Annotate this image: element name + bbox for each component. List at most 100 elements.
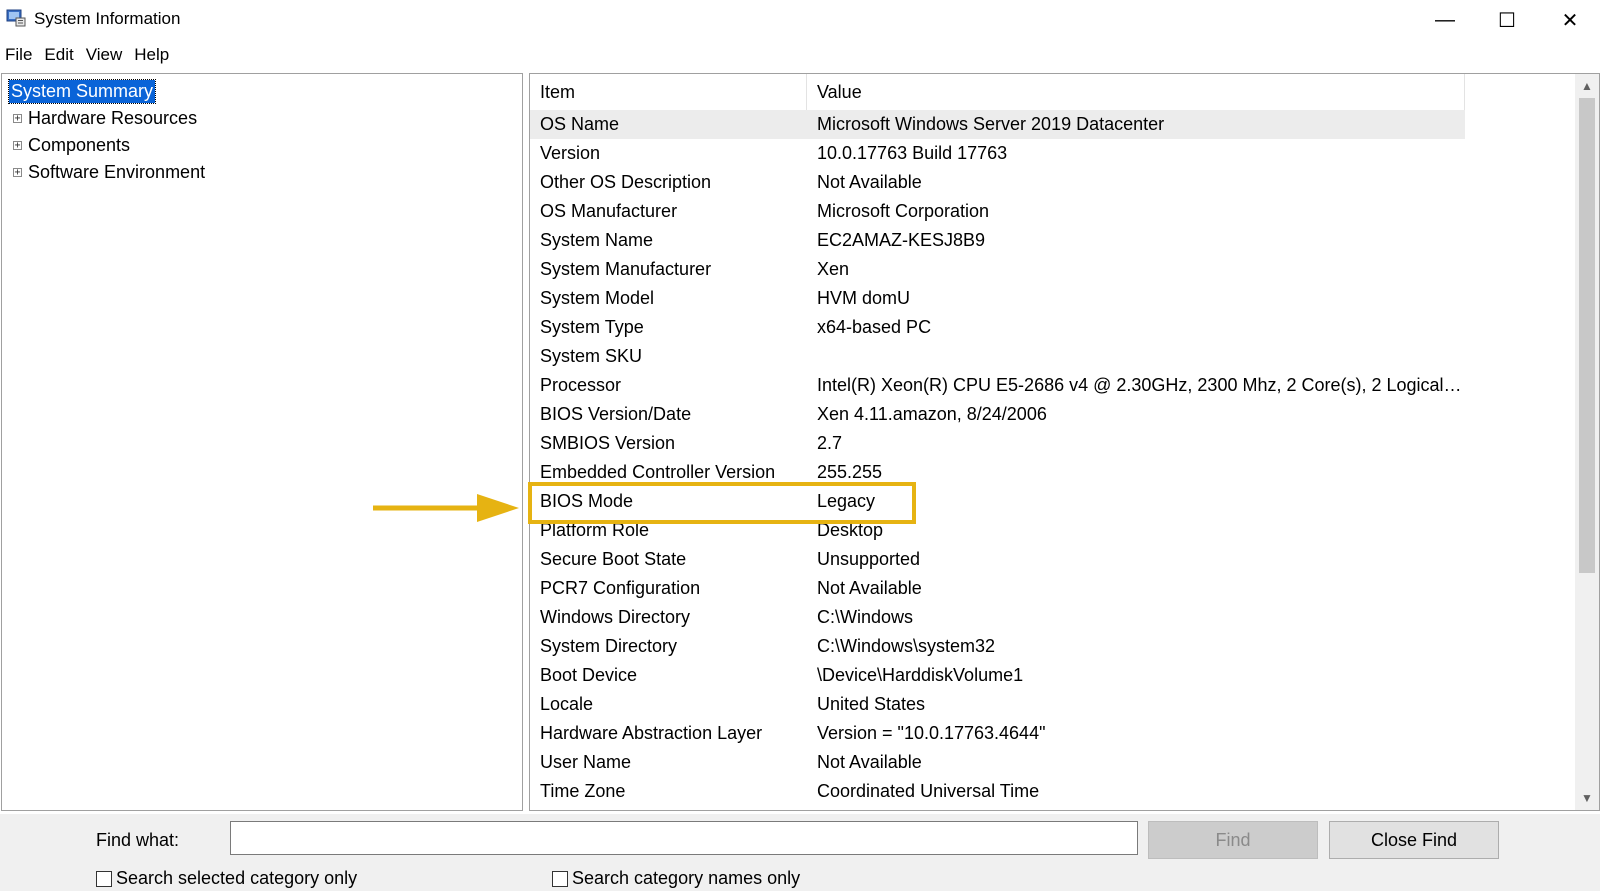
search-category-names-checkbox[interactable]: Search category names only <box>552 868 800 889</box>
cell-value: HVM domU <box>817 288 911 308</box>
table-row[interactable]: System SKU <box>530 342 1465 371</box>
cell-value: \Device\HarddiskVolume1 <box>817 665 1024 685</box>
window-title: System Information <box>34 9 181 28</box>
cell-item: System Name <box>540 230 654 250</box>
cell-item: OS Name <box>540 114 620 134</box>
system-information-icon <box>6 9 26 27</box>
menu-help[interactable]: Help <box>129 41 176 68</box>
cell-value: Not Available <box>817 578 922 598</box>
scroll-thumb[interactable] <box>1579 98 1595 573</box>
table-row[interactable]: OS Manufacturer Microsoft Corporation <box>530 197 1465 226</box>
arrow-annotation-icon <box>373 494 519 522</box>
cell-value: Unsupported <box>817 549 921 569</box>
table-row[interactable]: Boot Device \Device\HarddiskVolume1 <box>530 661 1465 690</box>
column-header-value[interactable]: Value <box>807 74 1465 110</box>
table-row[interactable]: Other OS Description Not Available <box>530 168 1465 197</box>
close-button[interactable]: ✕ <box>1540 0 1600 40</box>
tree-item-components[interactable]: + Components <box>9 133 130 157</box>
cell-value: EC2AMAZ-KESJ8B9 <box>817 230 986 250</box>
minimize-button[interactable]: — <box>1415 0 1475 40</box>
table-row[interactable]: Processor Intel(R) Xeon(R) CPU E5-2686 v4… <box>530 371 1465 400</box>
menu-file[interactable]: File <box>0 41 39 68</box>
find-bar: Find what: Find Close Find Search select… <box>0 814 1600 891</box>
cell-value: Intel(R) Xeon(R) CPU E5-2686 v4 @ 2.30GH… <box>817 375 1465 395</box>
details-list[interactable]: Item Value OS Name Microsoft Windows Serv… <box>529 73 1600 811</box>
table-row[interactable]: Secure Boot State Unsupported <box>530 545 1465 574</box>
expand-icon[interactable]: + <box>13 140 22 150</box>
category-tree[interactable]: System Summary + Hardware Resources + Co… <box>1 73 523 811</box>
checkbox-box[interactable] <box>552 870 568 887</box>
cell-value: United States <box>817 694 926 714</box>
checkbox-box[interactable] <box>96 870 112 887</box>
cell-item: Processor <box>540 375 622 395</box>
title-bar: System Information — ☐ ✕ <box>0 0 1600 40</box>
cell-item: System Type <box>540 317 644 337</box>
close-find-button[interactable]: Close Find <box>1329 821 1499 859</box>
tree-item-label: System Summary <box>7 78 157 104</box>
cell-value: Microsoft Corporation <box>817 201 990 221</box>
table-row[interactable]: Version 10.0.17763 Build 17763 <box>530 139 1465 168</box>
cell-value: Microsoft Windows Server 2019 Datacenter <box>817 114 1165 134</box>
cell-value: 10.0.17763 Build 17763 <box>817 143 1008 163</box>
tree-item-system-summary[interactable]: System Summary <box>7 78 157 104</box>
table-row[interactable]: User Name Not Available <box>530 748 1465 777</box>
tree-item-label: Software Environment <box>28 161 206 182</box>
table-row[interactable]: System Type x64-based PC <box>530 313 1465 342</box>
cell-item: Secure Boot State <box>540 549 687 569</box>
table-row[interactable]: System Name EC2AMAZ-KESJ8B9 <box>530 226 1465 255</box>
table-row[interactable]: System Model HVM domU <box>530 284 1465 313</box>
checkbox-label: Search category names only <box>572 868 801 888</box>
expand-icon[interactable]: + <box>13 167 22 177</box>
scroll-down-icon[interactable]: ▼ <box>1575 786 1599 810</box>
tree-item-hardware-resources[interactable]: + Hardware Resources <box>9 106 197 130</box>
cell-value: Coordinated Universal Time <box>817 781 1040 801</box>
tree-item-software-environment[interactable]: + Software Environment <box>9 160 205 184</box>
cell-item: System Directory <box>540 636 678 656</box>
list-header: Item Value <box>530 74 1465 110</box>
vertical-scrollbar[interactable]: ▲ ▼ <box>1575 74 1599 810</box>
cell-value: x64-based PC <box>817 317 932 337</box>
table-row[interactable]: Windows Directory C:\Windows <box>530 603 1465 632</box>
cell-value: Xen 4.11.amazon, 8/24/2006 <box>817 404 1047 424</box>
expand-icon[interactable]: + <box>13 113 22 123</box>
menu-edit[interactable]: Edit <box>39 41 80 68</box>
table-row[interactable]: Locale United States <box>530 690 1465 719</box>
column-header-item[interactable]: Item <box>530 74 807 110</box>
tree-item-label: Components <box>28 134 131 155</box>
cell-value: 2.7 <box>817 433 843 453</box>
cell-value: Version = "10.0.17763.4644" <box>817 723 1046 743</box>
table-row[interactable]: SMBIOS Version 2.7 <box>530 429 1465 458</box>
cell-item: Embedded Controller Version <box>540 462 776 482</box>
find-button[interactable]: Find <box>1148 821 1318 859</box>
cell-value: Not Available <box>817 172 922 192</box>
cell-item: PCR7 Configuration <box>540 578 701 598</box>
cell-value: 255.255 <box>817 462 883 482</box>
table-row[interactable]: OS Name Microsoft Windows Server 2019 Dat… <box>530 110 1465 139</box>
table-row[interactable]: BIOS Version/Date Xen 4.11.amazon, 8/24/2… <box>530 400 1465 429</box>
cell-item: Hardware Abstraction Layer <box>540 723 763 743</box>
cell-item: User Name <box>540 752 632 772</box>
cell-item: System Model <box>540 288 655 308</box>
table-row[interactable]: Time Zone Coordinated Universal Time <box>530 777 1465 806</box>
menu-bar: File Edit View Help <box>0 41 1600 68</box>
table-row[interactable]: System Directory C:\Windows\system32 <box>530 632 1465 661</box>
cell-value: Not Available <box>817 752 922 772</box>
cell-item: Locale <box>540 694 594 714</box>
table-row[interactable]: System Manufacturer Xen <box>530 255 1465 284</box>
cell-item: SMBIOS Version <box>540 433 676 453</box>
cell-item: OS Manufacturer <box>540 201 678 221</box>
cell-value: C:\Windows\system32 <box>817 636 996 656</box>
table-row[interactable]: PCR7 Configuration Not Available <box>530 574 1465 603</box>
cell-item: System Manufacturer <box>540 259 712 279</box>
scroll-up-icon[interactable]: ▲ <box>1575 74 1599 98</box>
maximize-button[interactable]: ☐ <box>1477 0 1537 40</box>
table-row[interactable]: Hardware Abstraction Layer Version = "10.… <box>530 719 1465 748</box>
find-input[interactable] <box>230 821 1138 855</box>
cell-value: Xen <box>817 259 850 279</box>
search-selected-category-checkbox[interactable]: Search selected category only <box>96 868 357 889</box>
list-rows: OS Name Microsoft Windows Server 2019 Dat… <box>530 110 1465 806</box>
menu-view[interactable]: View <box>81 41 130 68</box>
highlight-box <box>528 482 916 524</box>
cell-item: Boot Device <box>540 665 638 685</box>
cell-item: BIOS Version/Date <box>540 404 692 424</box>
